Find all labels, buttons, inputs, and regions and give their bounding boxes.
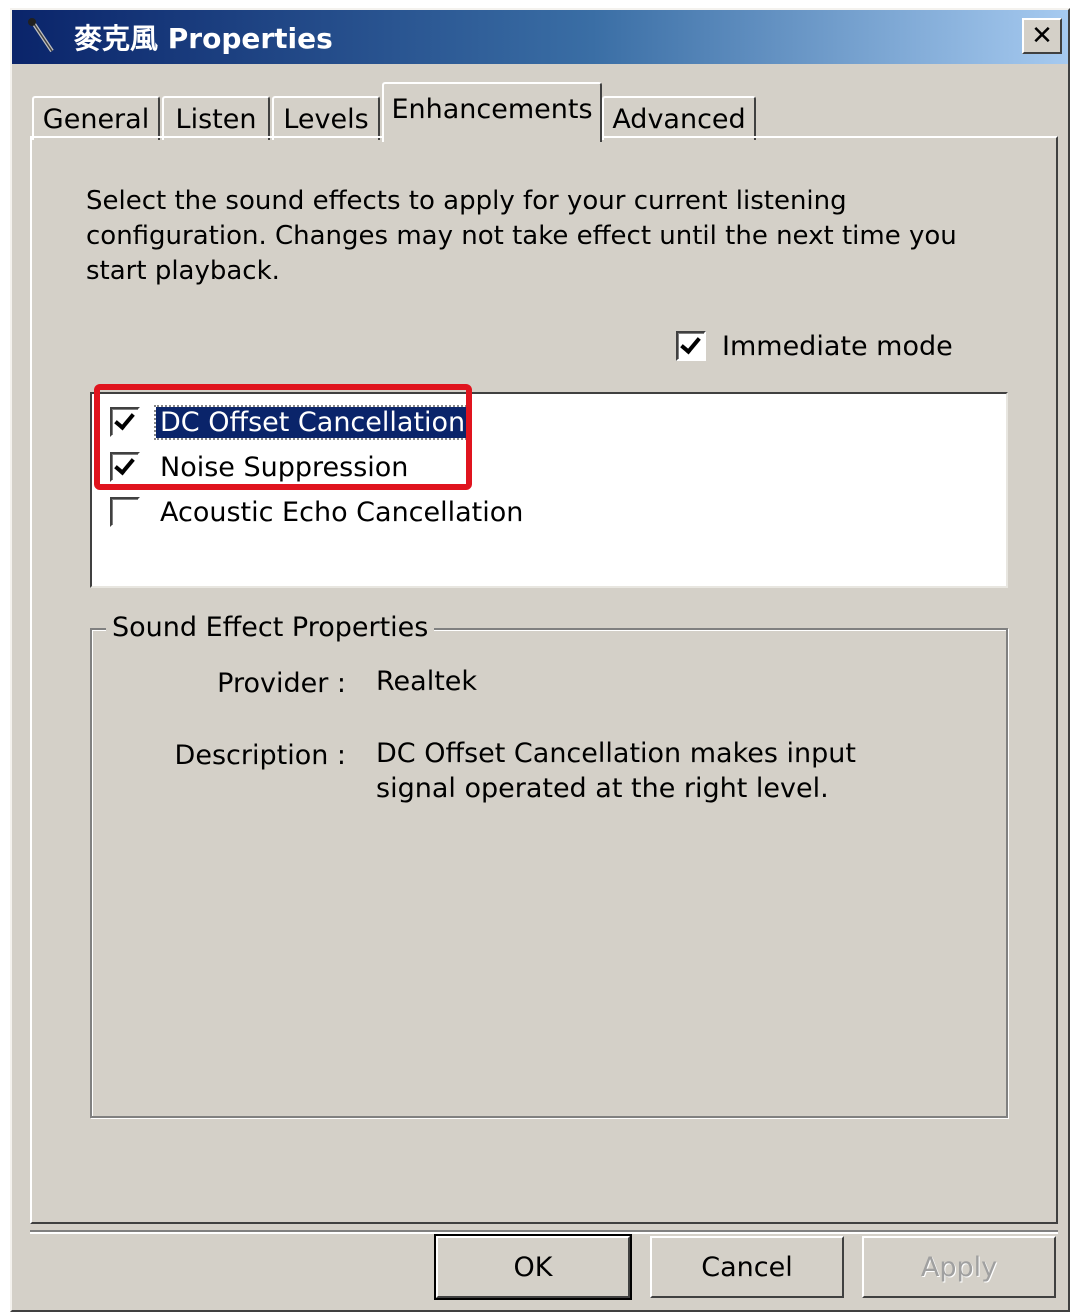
- tab-listen[interactable]: Listen: [162, 96, 270, 140]
- close-button[interactable]: ✕: [1022, 18, 1062, 54]
- ok-button[interactable]: OK: [434, 1234, 632, 1300]
- group-legend: Sound Effect Properties: [106, 612, 435, 643]
- title-bar[interactable]: 麥克風 Properties ✕: [12, 10, 1068, 64]
- properties-dialog: 麥克風 Properties ✕ General Listen Levels E…: [10, 8, 1070, 1312]
- tab-advanced[interactable]: Advanced: [602, 96, 756, 140]
- provider-label: Provider :: [217, 668, 346, 699]
- effect-noise-suppression[interactable]: Noise Suppression: [110, 449, 412, 485]
- button-separator: [30, 1230, 1058, 1234]
- sound-effect-properties-group: Sound Effect Properties Provider : Realt…: [90, 612, 1008, 1118]
- close-icon: ✕: [1031, 21, 1053, 51]
- description-value: DC Offset Cancellation makes input signa…: [376, 738, 856, 804]
- window-title: 麥克風 Properties: [74, 22, 333, 55]
- tab-levels[interactable]: Levels: [272, 96, 380, 140]
- description-label: Description :: [174, 740, 346, 771]
- immediate-mode-checkbox[interactable]: Immediate mode: [676, 328, 953, 364]
- apply-button[interactable]: Apply: [862, 1236, 1056, 1298]
- intro-text: Select the sound effects to apply for yo…: [86, 186, 957, 286]
- cancel-button[interactable]: Cancel: [650, 1236, 844, 1298]
- checkbox-checked-icon[interactable]: [110, 452, 140, 482]
- effect-label: Noise Suppression: [160, 451, 409, 483]
- effects-list[interactable]: DC Offset Cancellation Noise Suppression…: [90, 384, 1008, 588]
- checkbox-checked-icon[interactable]: [110, 407, 140, 437]
- checkbox-checked-icon[interactable]: [676, 331, 706, 361]
- provider-value: Realtek: [376, 666, 478, 697]
- microphone-icon: [22, 17, 62, 57]
- effect-label: DC Offset Cancellation: [153, 404, 472, 440]
- effect-label: Acoustic Echo Cancellation: [160, 496, 524, 528]
- tab-general[interactable]: General: [32, 96, 160, 140]
- tab-enhancements[interactable]: Enhancements: [382, 82, 602, 142]
- enhancements-panel: Select the sound effects to apply for yo…: [30, 136, 1058, 1224]
- immediate-mode-label: Immediate mode: [722, 330, 953, 362]
- effect-dc-offset-cancellation[interactable]: DC Offset Cancellation: [110, 404, 472, 440]
- checkbox-unchecked-icon[interactable]: [110, 497, 140, 527]
- effect-acoustic-echo-cancellation[interactable]: Acoustic Echo Cancellation: [110, 494, 527, 530]
